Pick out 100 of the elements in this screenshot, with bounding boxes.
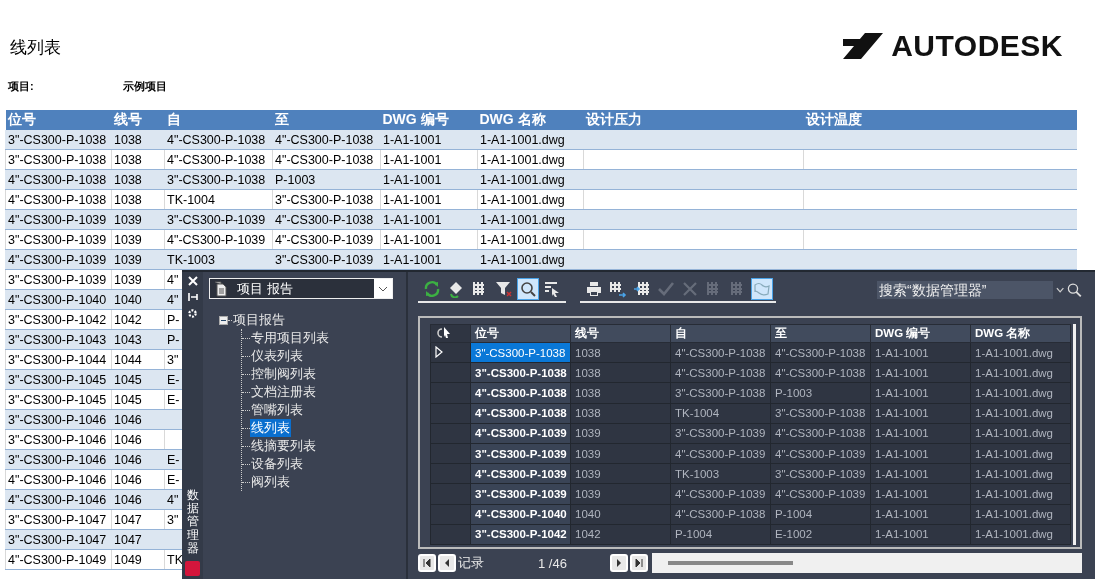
table-cell: 4"-CS300-P-1039	[272, 229, 381, 250]
table-cell: 1045	[111, 369, 165, 390]
table-cell[interactable]: 4"-CS300-P-1038	[670, 504, 771, 525]
table-cell[interactable]: 3"-CS300-P-1039	[770, 463, 871, 484]
previous-record-button[interactable]	[438, 554, 456, 572]
table-cell[interactable]: 1038	[570, 342, 671, 363]
zoom-icon	[519, 279, 537, 298]
table-cell[interactable]: 4"-CS300-P-1038	[670, 342, 771, 363]
table-cell[interactable]: 1-A1-1001	[870, 443, 971, 464]
print-icon	[585, 279, 603, 298]
table-cell[interactable]: 1-A1-1001.dwg	[970, 362, 1071, 383]
tree-item[interactable]: 线列表	[250, 419, 291, 437]
next-record-button[interactable]	[610, 554, 628, 572]
table-cell: 4"-CS300-P-1038	[272, 149, 381, 170]
table-cell[interactable]: 1039	[570, 483, 671, 504]
column-header[interactable]: DWG 名称	[970, 324, 1071, 343]
table-cell: 3"-CS300-P-1046	[5, 449, 112, 470]
select-all-icon[interactable]	[435, 325, 453, 340]
table-cell: 4"-CS300-P-1039	[164, 229, 273, 250]
column-header[interactable]: 至	[770, 324, 871, 343]
table-cell[interactable]: 1039	[570, 443, 671, 464]
column-header: 线号	[111, 110, 165, 130]
table-cell: 4"-CS300-P-1039	[5, 209, 112, 230]
table-cell[interactable]: TK-1003	[670, 463, 771, 484]
table-cell[interactable]: 1-A1-1001	[870, 403, 971, 424]
table-cell[interactable]: 1-A1-1001	[870, 423, 971, 444]
table-cell[interactable]: 1-A1-1001.dwg	[970, 382, 1071, 404]
table-cell[interactable]: 1-A1-1001.dwg	[970, 423, 1071, 444]
table-cell[interactable]: 1038	[570, 362, 671, 383]
table-cell[interactable]: 1-A1-1001	[870, 524, 971, 545]
table-cell[interactable]: 1-A1-1001.dwg	[970, 483, 1071, 504]
table-cell[interactable]: 1038	[570, 382, 671, 404]
table-cell[interactable]: 4"-CS300-P-1039	[670, 483, 771, 504]
table-cell[interactable]: 1-A1-1001.dwg	[970, 342, 1071, 363]
table-cell: 1046	[111, 469, 165, 490]
table-cell[interactable]: 3"-CS300-P-1039	[670, 423, 771, 444]
table-cell[interactable]: 3"-CS300-P-1038	[770, 403, 871, 424]
table-cell[interactable]: 1-A1-1001	[870, 362, 971, 383]
table-cell[interactable]: 1038	[570, 403, 671, 424]
close-icon[interactable]	[187, 276, 198, 286]
table-cell[interactable]: 1-A1-1001.dwg	[970, 463, 1071, 484]
table-cell: 1-A1-1001	[380, 189, 478, 210]
table-cell[interactable]: 4"-CS300-P-1038	[770, 362, 871, 383]
first-record-button[interactable]	[418, 554, 436, 572]
last-icon	[634, 558, 644, 568]
table-cell[interactable]: P-1004	[670, 524, 771, 545]
table-cell: 1049	[111, 549, 165, 570]
table-cell[interactable]: 4"-CS300-P-1039	[770, 483, 871, 504]
table-cell[interactable]: 1039	[570, 463, 671, 484]
table-cell: 1040	[111, 289, 165, 310]
table-cell[interactable]: 4"-CS300-P-1038	[770, 342, 871, 363]
table-cell[interactable]: 1-A1-1001.dwg	[970, 504, 1071, 525]
table-cell[interactable]: 1-A1-1001	[870, 504, 971, 525]
table-cell[interactable]: 1040	[570, 504, 671, 525]
column-header[interactable]: DWG 编号	[870, 324, 971, 343]
table-cell: 3"-CS300-P-1038	[5, 130, 112, 150]
table-cell[interactable]: 4"-CS300-P-1039	[770, 443, 871, 464]
map-button[interactable]	[751, 277, 773, 300]
column-header[interactable]: 位号	[470, 324, 571, 343]
table-cell[interactable]: 1-A1-1001	[870, 342, 971, 363]
record-position: 1 /46	[538, 555, 568, 571]
table-cell[interactable]: 1042	[570, 524, 671, 545]
table-cell[interactable]: 1-A1-1001.dwg	[970, 443, 1071, 464]
table-cell: 4"-CS300-P-1046	[5, 489, 112, 510]
table-cell[interactable]: 1039	[570, 423, 671, 444]
zoom-button[interactable]	[517, 277, 539, 300]
table-cell[interactable]: 1-A1-1001	[870, 382, 971, 404]
table-cell[interactable]: E-1002	[770, 524, 871, 545]
horizontal-scrollbar[interactable]	[652, 553, 1082, 573]
table-cell: 1039	[111, 269, 165, 290]
table-cell: 1039	[111, 209, 165, 230]
table-cell[interactable]: 3"-CS300-P-1038	[670, 382, 771, 404]
table-cell[interactable]: 4"-CS300-P-1038	[670, 362, 771, 383]
table-cell[interactable]: 1-A1-1001.dwg	[970, 403, 1071, 424]
table-cell[interactable]: 1-A1-1001.dwg	[970, 524, 1071, 545]
table-cell: 3"-CS300-P-1045	[5, 389, 112, 410]
settings-icon[interactable]	[187, 308, 198, 319]
record-label: 记录	[458, 554, 485, 572]
table-cell[interactable]: 1-A1-1001	[870, 463, 971, 484]
vertical-scrollbar[interactable]	[1073, 324, 1076, 545]
table-cell: 4"-CS300-P-1046	[5, 469, 112, 490]
table-cell[interactable]: P-1004	[770, 504, 871, 525]
column-header[interactable]: 线号	[570, 324, 671, 343]
table-cell: 3"-CS300-P-1044	[5, 349, 112, 370]
sync-icon	[447, 279, 465, 298]
app-icon	[185, 561, 200, 576]
table-cell: 1038	[111, 149, 165, 170]
report-dropdown[interactable]: 项目 报告	[209, 278, 393, 299]
table-cell: 1046	[111, 429, 165, 450]
table-cell[interactable]: P-1003	[770, 382, 871, 404]
collapse-icon[interactable]	[219, 315, 228, 325]
table-cell: 4"-CS300-P-1038	[164, 149, 273, 170]
column-header[interactable]: 自	[670, 324, 771, 343]
table-cell[interactable]: 1-A1-1001	[870, 483, 971, 504]
table-cell[interactable]: 4"-CS300-P-1039	[670, 443, 771, 464]
import-icon	[633, 279, 651, 298]
table-cell[interactable]: TK-1004	[670, 403, 771, 424]
last-record-button[interactable]	[630, 554, 648, 572]
search-icon[interactable]	[1067, 282, 1082, 298]
table-cell[interactable]: 4"-CS300-P-1038	[770, 423, 871, 444]
